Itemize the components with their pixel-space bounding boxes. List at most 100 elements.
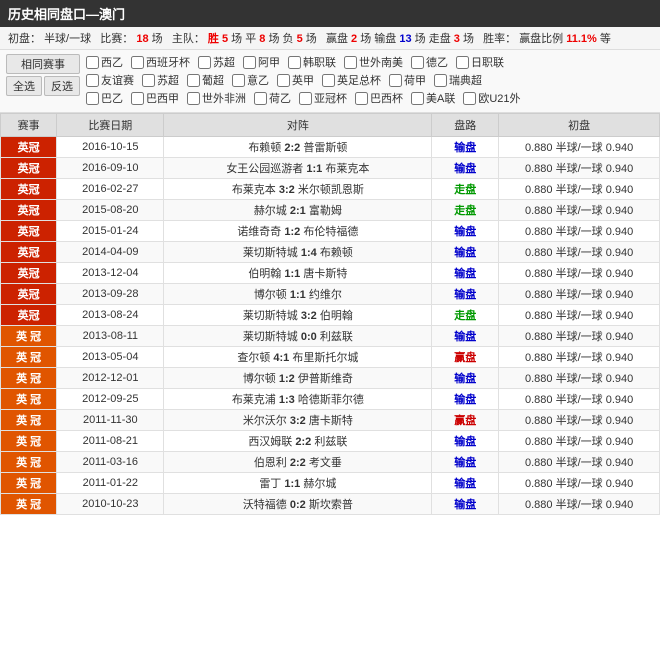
draw-count: 8 [259,33,265,45]
filter-checkbox-日职联[interactable]: 日职联 [456,54,504,70]
filter-checkbox-韩职联[interactable]: 韩职联 [288,54,336,70]
table-row: 英冠2016-10-15布赖顿 2:2 普雷斯顿输盘0.880 半球/一球 0.… [1,137,660,158]
league-cell: 英冠 [1,137,57,158]
match-unit: 场 [152,33,163,45]
league-cell: 英 冠 [1,494,57,515]
initial-cell: 0.880 半球/一球 0.940 [499,326,660,347]
date-cell: 2016-10-15 [57,137,164,158]
filter-checkbox-德乙[interactable]: 德乙 [411,54,448,70]
deselect-button[interactable]: 反选 [44,76,80,96]
initial-cell: 0.880 半球/一球 0.940 [499,242,660,263]
filter-checkbox-苏超[interactable]: 苏超 [198,54,235,70]
league-cell: 英 冠 [1,347,57,368]
date-cell: 2012-09-25 [57,389,164,410]
initial-cell: 0.880 半球/一球 0.940 [499,473,660,494]
yaball-count: 2 [351,33,357,45]
filter-checkbox-世外南美[interactable]: 世外南美 [344,54,403,70]
match-cell: 莱切斯特城 1:4 布赖顿 [164,242,432,263]
match-cell: 诺维奇奇 1:2 布伦特福德 [164,221,432,242]
col-match: 对阵 [164,114,432,137]
initial-cell: 0.880 半球/一球 0.940 [499,410,660,431]
filter-checkbox-西乙[interactable]: 西乙 [86,54,123,70]
filter-checkbox-苏超[interactable]: 苏超 [142,72,179,88]
status-cell: 输盘 [432,452,499,473]
date-cell: 2011-01-22 [57,473,164,494]
col-handicap: 盘路 [432,114,499,137]
filter-checkbox-阿甲[interactable]: 阿甲 [243,54,280,70]
filter-checkbox-友谊赛[interactable]: 友谊赛 [86,72,134,88]
col-date: 比赛日期 [57,114,164,137]
date-cell: 2012-12-01 [57,368,164,389]
date-cell: 2013-12-04 [57,263,164,284]
zou-label: 走盘 [429,33,451,45]
match-cell: 莱切斯特城 0:0 利兹联 [164,326,432,347]
filter-checkbox-英足总杯[interactable]: 英足总杯 [322,72,381,88]
filter-checkbox-巴乙[interactable]: 巴乙 [86,90,123,106]
table-row: 英 冠2010-10-23沃特福德 0:2 斯坎索普输盘0.880 半球/一球 … [1,494,660,515]
filter-checkbox-英甲[interactable]: 英甲 [277,72,314,88]
initial-cell: 0.880 半球/一球 0.940 [499,158,660,179]
date-cell: 2011-08-21 [57,431,164,452]
yaball-label: 赢盘 [326,33,348,45]
filter-row-1: 西乙西班牙杯苏超阿甲韩职联世外南美德乙日职联 [86,54,654,70]
filter-checkbox-荷乙[interactable]: 荷乙 [254,90,291,106]
shuqiu-count: 13 [399,33,411,45]
filter-area: 相同赛事 全选 反选 西乙西班牙杯苏超阿甲韩职联世外南美德乙日职联 友谊赛苏超葡… [0,50,660,113]
match-cell: 西汉姆联 2:2 利兹联 [164,431,432,452]
table-row: 英 冠2011-08-21西汉姆联 2:2 利兹联输盘0.880 半球/一球 0… [1,431,660,452]
filter-row-2: 友谊赛苏超葡超意乙英甲英足总杯荷甲瑞典超 [86,72,654,88]
date-cell: 2013-08-24 [57,305,164,326]
filter-checkbox-美A联[interactable]: 美A联 [411,90,455,106]
league-cell: 英冠 [1,179,57,200]
similar-match-button[interactable]: 相同赛事 [6,54,80,74]
league-cell: 英 冠 [1,389,57,410]
select-all-button[interactable]: 全选 [6,76,42,96]
status-cell: 走盘 [432,200,499,221]
table-row: 英 冠2013-08-11莱切斯特城 0:0 利兹联输盘0.880 半球/一球 … [1,326,660,347]
league-cell: 英 冠 [1,452,57,473]
table-row: 英 冠2013-05-04查尔顿 4:1 布里斯托尔城赢盘0.880 半球/一球… [1,347,660,368]
league-cell: 英冠 [1,158,57,179]
status-cell: 输盘 [432,431,499,452]
initial-cell: 0.880 半球/一球 0.940 [499,284,660,305]
match-cell: 莱切斯特城 3:2 伯明翰 [164,305,432,326]
initial-cell: 0.880 半球/一球 0.940 [499,452,660,473]
table-row: 英冠2015-08-20赫尔城 2:1 富勒姆走盘0.880 半球/一球 0.9… [1,200,660,221]
zou-count: 3 [454,33,460,45]
league-cell: 英 冠 [1,431,57,452]
filter-checkbox-巴西甲[interactable]: 巴西甲 [131,90,179,106]
initial-cell: 0.880 半球/一球 0.940 [499,221,660,242]
filter-checkbox-葡超[interactable]: 葡超 [187,72,224,88]
date-cell: 2010-10-23 [57,494,164,515]
initial-cell: 0.880 半球/一球 0.940 [499,305,660,326]
league-cell: 英冠 [1,200,57,221]
matches-table-container: 赛事 比赛日期 对阵 盘路 初盘 英冠2016-10-15布赖顿 2:2 普雷斯… [0,113,660,515]
filter-checkbox-瑞典超[interactable]: 瑞典超 [434,72,482,88]
match-cell: 布赖顿 2:2 普雷斯顿 [164,137,432,158]
match-cell: 伯恩利 2:2 考文垂 [164,452,432,473]
table-row: 英 冠2012-09-25布莱克浦 1:3 哈德斯菲尔德输盘0.880 半球/一… [1,389,660,410]
matches-table: 赛事 比赛日期 对阵 盘路 初盘 英冠2016-10-15布赖顿 2:2 普雷斯… [0,113,660,515]
date-cell: 2016-02-27 [57,179,164,200]
league-cell: 英冠 [1,242,57,263]
filter-checkbox-西班牙杯[interactable]: 西班牙杯 [131,54,190,70]
filter-checkbox-意乙[interactable]: 意乙 [232,72,269,88]
table-row: 英冠2014-04-09莱切斯特城 1:4 布赖顿输盘0.880 半球/一球 0… [1,242,660,263]
filter-checkbox-巴西杯[interactable]: 巴西杯 [355,90,403,106]
date-cell: 2013-05-04 [57,347,164,368]
status-cell: 输盘 [432,494,499,515]
filter-checkbox-欧U21外[interactable]: 欧U21外 [463,90,520,106]
initial-cell: 0.880 半球/一球 0.940 [499,179,660,200]
match-cell: 沃特福德 0:2 斯坎索普 [164,494,432,515]
filter-checkbox-世外非洲[interactable]: 世外非洲 [187,90,246,106]
league-cell: 英 冠 [1,473,57,494]
filter-checkbox-亚冠杯[interactable]: 亚冠杯 [299,90,347,106]
match-cell: 女王公园巡游者 1:1 布莱克本 [164,158,432,179]
table-row: 英冠2013-08-24莱切斯特城 3:2 伯明翰走盘0.880 半球/一球 0… [1,305,660,326]
match-cell: 赫尔城 2:1 富勒姆 [164,200,432,221]
match-cell: 博尔顿 1:1 约维尔 [164,284,432,305]
filter-checkbox-荷甲[interactable]: 荷甲 [389,72,426,88]
status-cell: 输盘 [432,473,499,494]
league-cell: 英冠 [1,305,57,326]
initial-cell: 0.880 半球/一球 0.940 [499,263,660,284]
